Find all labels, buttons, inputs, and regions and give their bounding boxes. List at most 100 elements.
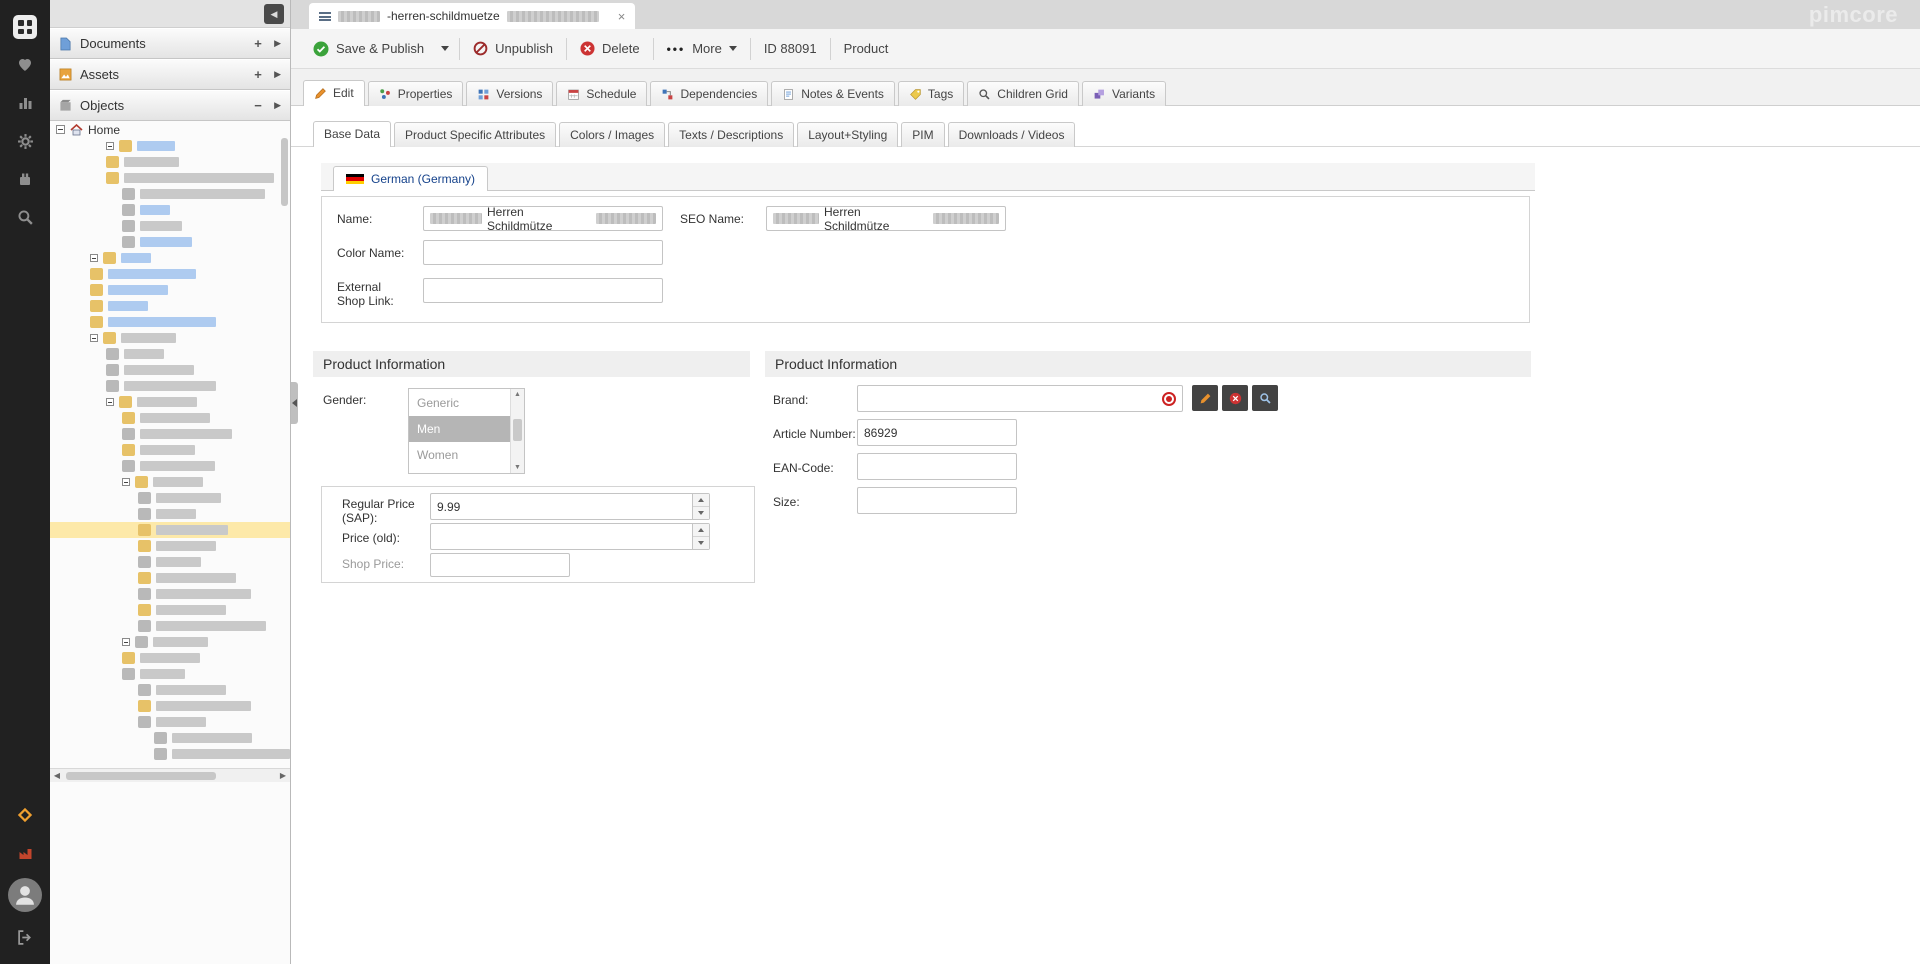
tree-row[interactable] xyxy=(50,394,290,410)
tree-row[interactable] xyxy=(50,474,290,490)
tree-expander-icon[interactable] xyxy=(56,125,65,134)
tree-row[interactable] xyxy=(50,298,290,314)
unpublish-button[interactable]: Unpublish xyxy=(463,35,563,63)
tree-row[interactable] xyxy=(50,698,290,714)
price-old-field[interactable] xyxy=(431,524,692,549)
tree-vertical-scrollbar[interactable] xyxy=(281,138,288,206)
scroll-left-icon[interactable]: ◀ xyxy=(50,771,64,780)
brand-clear-button[interactable] xyxy=(1222,385,1248,411)
add-asset-button[interactable]: + xyxy=(250,67,266,82)
reports-chart-icon[interactable] xyxy=(0,84,50,122)
subtab-colors-images[interactable]: Colors / Images xyxy=(559,122,665,147)
subtab-pim[interactable]: PIM xyxy=(901,122,944,147)
chevron-right-icon[interactable]: ▶ xyxy=(274,100,281,111)
tree-expander-icon[interactable] xyxy=(122,478,130,486)
tree-row[interactable] xyxy=(50,186,290,202)
tree-row[interactable] xyxy=(50,330,290,346)
subtab-product-specific-attributes[interactable]: Product Specific Attributes xyxy=(394,122,556,147)
article-number-input[interactable] xyxy=(857,419,1017,446)
tree-row[interactable] xyxy=(50,522,290,538)
scroll-up-icon[interactable]: ▲ xyxy=(511,391,524,398)
close-tab-icon[interactable]: × xyxy=(618,9,626,24)
subtab-texts-descriptions[interactable]: Texts / Descriptions xyxy=(668,122,794,147)
collapse-objects-button[interactable]: − xyxy=(250,98,266,113)
size-input[interactable] xyxy=(857,487,1017,514)
scroll-right-icon[interactable]: ▶ xyxy=(276,771,290,780)
price-old-input[interactable] xyxy=(430,523,710,550)
favorites-heart-icon[interactable] xyxy=(0,46,50,84)
tree-row[interactable] xyxy=(50,218,290,234)
tree-row[interactable] xyxy=(50,746,290,762)
accordion-assets[interactable]: Assets + ▶ xyxy=(50,59,290,90)
subtab-base-data[interactable]: Base Data xyxy=(313,121,391,147)
tree-row[interactable] xyxy=(50,234,290,250)
tab-notes-events[interactable]: Notes & Events xyxy=(771,81,895,106)
settings-gear-icon[interactable] xyxy=(0,122,50,160)
user-avatar[interactable] xyxy=(0,872,50,918)
tree-row[interactable] xyxy=(50,266,290,282)
tree-row[interactable] xyxy=(50,538,290,554)
brand-edit-button[interactable] xyxy=(1192,385,1218,411)
chevron-right-icon[interactable]: ▶ xyxy=(274,69,281,80)
tree-row[interactable] xyxy=(50,346,290,362)
tree-row[interactable] xyxy=(50,138,290,154)
tree-row[interactable] xyxy=(50,666,290,682)
regular-price-field[interactable] xyxy=(431,494,692,519)
panel-collapse-handle[interactable] xyxy=(291,382,298,424)
external-shop-link-input[interactable] xyxy=(423,278,663,303)
object-window-tab[interactable]: -herren-schildmuetze × xyxy=(309,3,635,29)
maintenance-factory-icon[interactable] xyxy=(0,834,50,872)
tree-expander-icon[interactable] xyxy=(122,638,130,646)
tab-schedule[interactable]: Schedule xyxy=(556,81,647,106)
tree-node-home[interactable]: Home xyxy=(50,121,290,138)
tree-row[interactable] xyxy=(50,682,290,698)
scroll-down-icon[interactable]: ▼ xyxy=(511,464,524,471)
accordion-documents[interactable]: Documents + ▶ xyxy=(50,28,290,59)
tree-row[interactable] xyxy=(50,634,290,650)
tree-horizontal-scrollbar[interactable]: ◀ ▶ xyxy=(50,768,290,782)
save-publish-button[interactable]: Save & Publish xyxy=(303,35,434,63)
tab-properties[interactable]: Properties xyxy=(368,81,464,106)
tab-versions[interactable]: Versions xyxy=(466,81,553,106)
spinner-down-icon[interactable] xyxy=(693,506,709,519)
ean-code-input[interactable] xyxy=(857,453,1017,480)
tree-row[interactable] xyxy=(50,202,290,218)
regular-price-input[interactable] xyxy=(430,493,710,520)
tree-row[interactable] xyxy=(50,618,290,634)
tree-expander-icon[interactable] xyxy=(106,142,114,150)
tree-row[interactable] xyxy=(50,650,290,666)
dashboard-icon[interactable] xyxy=(0,8,50,46)
delete-button[interactable]: Delete xyxy=(570,35,650,63)
chevron-right-icon[interactable]: ▶ xyxy=(274,38,281,49)
tree-row[interactable] xyxy=(50,442,290,458)
tree-row[interactable] xyxy=(50,426,290,442)
save-options-dropdown[interactable] xyxy=(434,35,456,63)
tree-row[interactable] xyxy=(50,714,290,730)
brand-search-button[interactable] xyxy=(1252,385,1278,411)
tree-row[interactable] xyxy=(50,378,290,394)
add-document-button[interactable]: + xyxy=(250,36,266,51)
tree-row[interactable] xyxy=(50,586,290,602)
scrollbar-thumb[interactable] xyxy=(66,772,216,780)
tree-row[interactable] xyxy=(50,570,290,586)
shop-price-input[interactable] xyxy=(430,553,570,577)
gender-option-generic[interactable]: Generic xyxy=(409,390,510,416)
subtab-downloads-videos[interactable]: Downloads / Videos xyxy=(948,122,1076,147)
tree-expander-icon[interactable] xyxy=(90,334,98,342)
logout-icon[interactable] xyxy=(0,918,50,956)
name-input[interactable]: Herren Schildmütze xyxy=(423,206,663,231)
tree-row[interactable] xyxy=(50,154,290,170)
spinner-down-icon[interactable] xyxy=(693,536,709,549)
tree-row[interactable] xyxy=(50,362,290,378)
tab-tags[interactable]: Tags xyxy=(898,81,964,106)
tab-dependencies[interactable]: Dependencies xyxy=(650,81,768,106)
tree-row[interactable] xyxy=(50,410,290,426)
gender-option-women[interactable]: Women xyxy=(409,442,510,468)
tree-row[interactable] xyxy=(50,282,290,298)
remove-relation-icon[interactable] xyxy=(1162,392,1176,406)
tree-row[interactable] xyxy=(50,506,290,522)
tree-row[interactable] xyxy=(50,250,290,266)
spinner-up-icon[interactable] xyxy=(693,524,709,536)
subtab-layout-styling[interactable]: Layout+Styling xyxy=(797,122,898,147)
status-diamond-icon[interactable] xyxy=(0,796,50,834)
